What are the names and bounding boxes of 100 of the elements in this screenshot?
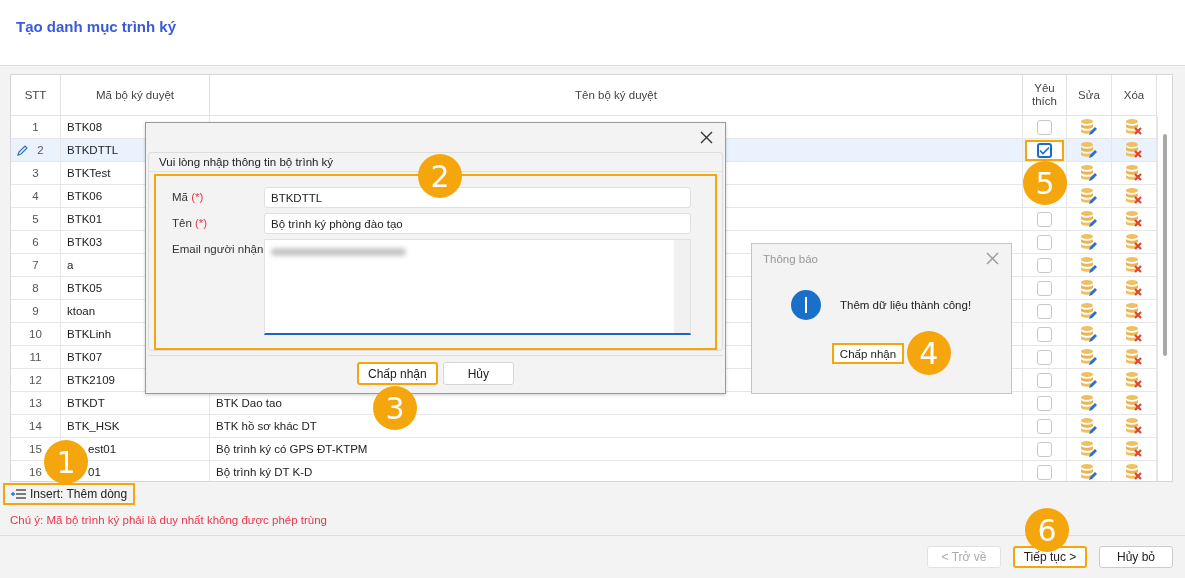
input-field[interactable]: Bộ trình ký phòng đào tạo (264, 213, 691, 234)
dialog-button[interactable]: Hủy (442, 362, 515, 385)
row-number: 16 (29, 466, 42, 478)
table-cell: BTKDTTL (67, 144, 119, 156)
database-cross-icon[interactable] (1125, 440, 1143, 458)
table-cell: ktoan (67, 305, 96, 317)
favorite-checkbox[interactable] (1037, 280, 1052, 296)
favorite-checkbox[interactable] (1037, 303, 1052, 319)
step-badge: 4 (906, 331, 951, 375)
database-pencil-icon[interactable] (1080, 302, 1098, 320)
database-pencil-icon[interactable] (1080, 394, 1098, 412)
favorite-checkbox[interactable] (1037, 211, 1052, 227)
scrollbar-thumb[interactable] (1163, 134, 1167, 356)
favorite-checkbox[interactable] (1037, 349, 1052, 365)
database-cross-icon[interactable] (1125, 233, 1143, 251)
favorite-checkbox[interactable] (1037, 119, 1052, 135)
favorite-checkbox[interactable] (1037, 418, 1052, 434)
row-number: 12 (29, 374, 42, 386)
insert-row-button[interactable]: Insert: Thêm dòng (3, 483, 136, 505)
favorite-checkbox[interactable] (1037, 326, 1052, 342)
footer-button[interactable]: Tiếp tục > (1013, 546, 1087, 568)
database-pencil-icon[interactable] (1080, 440, 1098, 458)
favorite-checkbox[interactable] (1037, 234, 1052, 250)
row-number: 2 (37, 144, 44, 156)
scrollbar-track[interactable] (674, 240, 690, 333)
database-cross-icon[interactable] (1125, 279, 1143, 297)
database-pencil-icon[interactable] (1080, 325, 1098, 343)
database-cross-icon[interactable] (1125, 118, 1143, 136)
row-number: 1 (32, 121, 39, 133)
favorite-checkbox[interactable] (1037, 441, 1052, 457)
input-field[interactable]: BTKDTTL (264, 187, 691, 208)
database-cross-icon[interactable] (1125, 371, 1143, 389)
field-label: Mã (*) (172, 190, 205, 205)
database-pencil-icon[interactable] (1080, 210, 1098, 228)
database-cross-icon[interactable] (1125, 256, 1143, 274)
page-title: Tạo danh mục trình ký (16, 18, 177, 35)
email-field[interactable] (264, 239, 691, 335)
column-header: Mã bộ ký duyệt (61, 75, 210, 115)
table-cell: BTK hồ sơ khác DT (216, 420, 317, 432)
insert-row-icon (11, 489, 26, 499)
database-pencil-icon[interactable] (1080, 141, 1098, 159)
row-number: 13 (29, 397, 42, 409)
database-cross-icon[interactable] (1125, 417, 1143, 435)
favorite-checkbox[interactable] (1037, 395, 1052, 411)
row-number: 15 (29, 443, 42, 455)
ok-button[interactable]: Chấp nhận (831, 343, 905, 364)
field-label: Email người nhận (172, 242, 264, 257)
table-cell: est01 (88, 443, 117, 455)
database-cross-icon[interactable] (1125, 463, 1143, 481)
database-pencil-icon[interactable] (1080, 233, 1098, 251)
table-cell: BTK03 (67, 236, 103, 248)
row-number: 5 (32, 213, 39, 225)
database-pencil-icon[interactable] (1080, 463, 1098, 481)
row-number: 8 (32, 282, 39, 294)
database-cross-icon[interactable] (1125, 187, 1143, 205)
table-cell: BTKDT (67, 397, 105, 409)
database-cross-icon[interactable] (1125, 164, 1143, 182)
database-pencil-icon[interactable] (1080, 187, 1098, 205)
database-pencil-icon[interactable] (1080, 371, 1098, 389)
table-cell: BTK07 (67, 351, 103, 363)
warning-note: Chú ý: Mã bộ trình ký phải là duy nhất không được phép trùng (10, 513, 327, 528)
dialog-button[interactable]: Chấp nhận (356, 362, 438, 385)
database-cross-icon[interactable] (1125, 348, 1143, 366)
database-pencil-icon[interactable] (1080, 279, 1098, 297)
footer-button[interactable]: Hủy bỏ (1099, 546, 1173, 568)
table-cell: BTK05 (67, 282, 103, 294)
close-icon[interactable] (700, 131, 713, 144)
table-cell: 01 (88, 466, 101, 478)
database-pencil-icon[interactable] (1080, 417, 1098, 435)
database-cross-icon[interactable] (1125, 210, 1143, 228)
column-header: Xóa (1112, 75, 1157, 115)
table-cell: BTK_HSK (67, 420, 120, 432)
database-cross-icon[interactable] (1125, 302, 1143, 320)
database-cross-icon[interactable] (1125, 141, 1143, 159)
table-cell: Bộ trình ký DT K-D (216, 466, 313, 478)
table-cell: BTKLinh (67, 328, 112, 340)
column-header: Tên bộ ký duyệt (210, 75, 1023, 115)
favorite-checkbox[interactable] (1037, 142, 1052, 158)
favorite-checkbox[interactable] (1037, 257, 1052, 273)
row-number: 9 (32, 305, 39, 317)
row-number: 7 (32, 259, 39, 271)
database-cross-icon[interactable] (1125, 325, 1143, 343)
column-header: Yêu thích (1023, 75, 1067, 115)
favorite-checkbox[interactable] (1037, 372, 1052, 388)
favorite-checkbox[interactable] (1037, 464, 1052, 480)
message-text: Thêm dữ liệu thành công! (840, 299, 972, 311)
row-number: 4 (32, 190, 39, 202)
column-header: STT (11, 75, 61, 115)
database-pencil-icon[interactable] (1080, 118, 1098, 136)
row-number: 10 (29, 328, 42, 340)
dialog-title: Thông báo (763, 252, 818, 265)
database-pencil-icon[interactable] (1080, 256, 1098, 274)
database-pencil-icon[interactable] (1080, 164, 1098, 182)
table-cell: a (67, 259, 74, 271)
table-cell: BTK2109 (67, 374, 115, 386)
table-cell: BTK06 (67, 190, 103, 202)
database-cross-icon[interactable] (1125, 394, 1143, 412)
database-pencil-icon[interactable] (1080, 348, 1098, 366)
table-cell: BTKTest (67, 167, 111, 179)
table-cell: Bộ trình ký có GPS ĐT-KTPM (216, 443, 368, 455)
